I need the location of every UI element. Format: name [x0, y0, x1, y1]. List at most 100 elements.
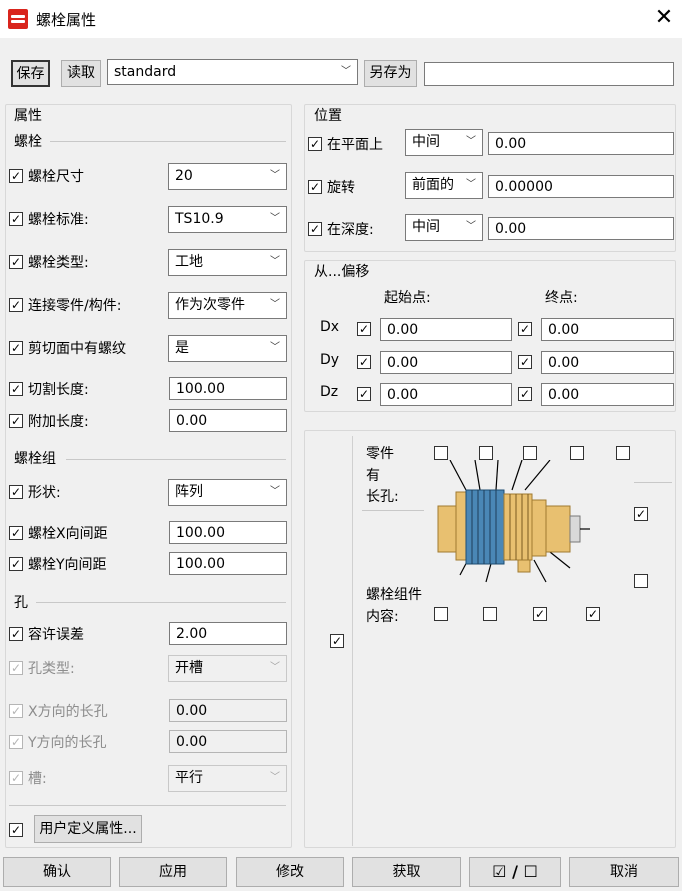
- save-button[interactable]: 保存: [11, 60, 50, 87]
- assembly-side-checkbox[interactable]: [634, 574, 648, 588]
- group-row-checkbox[interactable]: ✓: [9, 485, 23, 499]
- close-icon[interactable]: ✕: [650, 4, 678, 32]
- position-row-select-value: 中间: [412, 219, 440, 235]
- slotted-part-checkbox[interactable]: [570, 446, 584, 460]
- position-row-label: 在平面上: [327, 137, 383, 153]
- ok-button[interactable]: 确认: [3, 857, 111, 887]
- hole-row-select-value: 开槽: [175, 660, 203, 676]
- divider: [36, 602, 286, 603]
- hole-row-label: X方向的长孔: [28, 704, 108, 720]
- bolt-row-label: 螺栓类型:: [28, 255, 89, 271]
- preset-select[interactable]: standard ﹀: [107, 59, 358, 85]
- chevron-down-icon: ﹀: [270, 299, 280, 310]
- position-row-field[interactable]: 0.00000: [488, 175, 674, 198]
- bolt-row-field[interactable]: 100.00: [169, 377, 287, 400]
- hole-row-label: 槽:: [28, 771, 47, 787]
- bolt-row-checkbox[interactable]: ✓: [9, 298, 23, 312]
- bolt-row-label: 螺栓标准:: [28, 212, 89, 228]
- offset-end-checkbox[interactable]: ✓: [518, 387, 532, 401]
- bolt-row-select[interactable]: 是 ﹀: [168, 335, 287, 362]
- position-row-checkbox[interactable]: ✓: [308, 222, 322, 236]
- slotted-parts-label-1: 零件: [366, 446, 394, 462]
- chevron-down-icon: ﹀: [270, 213, 280, 224]
- hole-row-checkbox[interactable]: ✓: [9, 627, 23, 641]
- apply-button[interactable]: 应用: [119, 857, 227, 887]
- offset-start-field[interactable]: 0.00: [380, 383, 512, 406]
- bolt-row-select[interactable]: 20 ﹀: [168, 163, 287, 190]
- slotted-parts-label-3: 长孔:: [366, 489, 399, 505]
- bolt-row-checkbox[interactable]: ✓: [9, 212, 23, 226]
- cancel-button[interactable]: 取消: [569, 857, 679, 887]
- offset-start-field[interactable]: 0.00: [380, 351, 512, 374]
- offset-start-checkbox[interactable]: ✓: [357, 387, 371, 401]
- offset-start-checkbox[interactable]: ✓: [357, 355, 371, 369]
- toggle-all-button[interactable]: ☑ / ☐: [469, 857, 561, 887]
- group-row-label: 螺栓X向间距: [28, 526, 108, 542]
- group-row-field[interactable]: 100.00: [169, 552, 287, 575]
- position-row-checkbox[interactable]: ✓: [308, 137, 322, 151]
- slotted-part-checkbox[interactable]: [523, 446, 537, 460]
- bolt-row-select[interactable]: TS10.9 ﹀: [168, 206, 287, 233]
- assembly-content-checkbox[interactable]: [434, 607, 448, 621]
- group-row-field[interactable]: 100.00: [169, 521, 287, 544]
- hole-row-field[interactable]: 2.00: [169, 622, 287, 645]
- position-row-select-value: 中间: [412, 134, 440, 150]
- modify-button[interactable]: 修改: [236, 857, 344, 887]
- save-as-name-field[interactable]: [424, 62, 674, 86]
- chevron-down-icon: ﹀: [270, 662, 280, 673]
- chevron-down-icon: ﹀: [270, 256, 280, 267]
- app-icon: [8, 9, 28, 29]
- chevron-down-icon: ﹀: [466, 221, 476, 232]
- offset-end-field[interactable]: 0.00: [541, 351, 674, 374]
- position-row-select[interactable]: 中间 ﹀: [405, 214, 483, 241]
- divider: [352, 436, 353, 846]
- bolt-row-field[interactable]: 0.00: [169, 409, 287, 432]
- position-row-checkbox[interactable]: ✓: [308, 180, 322, 194]
- position-row-select[interactable]: 前面的 ﹀: [405, 172, 483, 199]
- assembly-side-checkbox[interactable]: ✓: [634, 507, 648, 521]
- assembly-content-checkbox[interactable]: ✓: [586, 607, 600, 621]
- hole-row-label: 容许误差: [28, 627, 84, 643]
- bolt-row-label: 连接零件/构件:: [28, 298, 122, 314]
- hole-row-select: 平行 ﹀: [168, 765, 287, 792]
- offset-end-field[interactable]: 0.00: [541, 318, 674, 341]
- position-row-field[interactable]: 0.00: [488, 217, 674, 240]
- bolt-row-select[interactable]: 作为次零件 ﹀: [168, 292, 287, 319]
- offset-end-field[interactable]: 0.00: [541, 383, 674, 406]
- position-row-field[interactable]: 0.00: [488, 132, 674, 155]
- group-row-select[interactable]: 阵列 ﹀: [168, 479, 287, 506]
- load-button[interactable]: 读取: [61, 60, 101, 87]
- bolt-row-checkbox[interactable]: ✓: [9, 255, 23, 269]
- user-defined-attributes-button[interactable]: 用户定义属性...: [34, 815, 142, 843]
- group-row-checkbox[interactable]: ✓: [9, 557, 23, 571]
- slotted-part-checkbox[interactable]: [479, 446, 493, 460]
- bolt-row-checkbox[interactable]: ✓: [9, 169, 23, 183]
- slotted-part-checkbox[interactable]: [616, 446, 630, 460]
- get-button[interactable]: 获取: [352, 857, 461, 887]
- chevron-down-icon: ﹀: [466, 136, 476, 147]
- assembly-enable-checkbox[interactable]: ✓: [330, 634, 344, 648]
- bolt-row-select-value: 是: [175, 340, 189, 356]
- udef-checkbox[interactable]: ✓: [9, 823, 23, 837]
- offset-axis-label: Dx: [320, 319, 340, 335]
- group-row-checkbox[interactable]: ✓: [9, 526, 23, 540]
- hole-row-select: 开槽 ﹀: [168, 655, 287, 682]
- assembly-content-checkbox[interactable]: [483, 607, 497, 621]
- position-row-label: 在深度:: [327, 222, 374, 238]
- offset-end-checkbox[interactable]: ✓: [518, 355, 532, 369]
- slotted-part-checkbox[interactable]: [434, 446, 448, 460]
- chevron-down-icon: ﹀: [270, 170, 280, 181]
- position-row-select[interactable]: 中间 ﹀: [405, 129, 483, 156]
- bolt-row-checkbox[interactable]: ✓: [9, 341, 23, 355]
- offset-start-checkbox[interactable]: ✓: [357, 322, 371, 336]
- bolt-row-checkbox[interactable]: ✓: [9, 382, 23, 396]
- bolt-row-checkbox[interactable]: ✓: [9, 414, 23, 428]
- offset-start-field[interactable]: 0.00: [380, 318, 512, 341]
- bolt-row-select[interactable]: 工地 ﹀: [168, 249, 287, 276]
- group-row-select-value: 阵列: [175, 484, 203, 500]
- save-as-button[interactable]: 另存为: [364, 60, 417, 87]
- attributes-heading: 属性: [14, 108, 42, 124]
- offset-end-checkbox[interactable]: ✓: [518, 322, 532, 336]
- chevron-down-icon: ﹀: [270, 486, 280, 497]
- assembly-content-checkbox[interactable]: ✓: [533, 607, 547, 621]
